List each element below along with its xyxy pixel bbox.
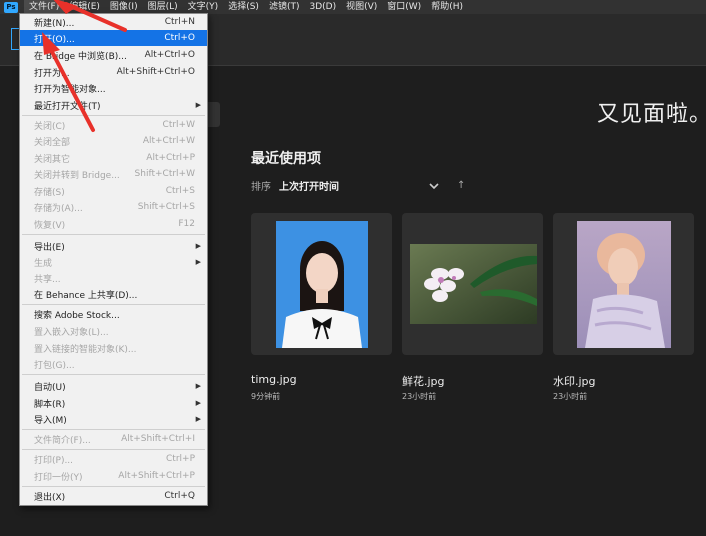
submenu-arrow-icon: ▶ <box>195 101 201 109</box>
menu-separator <box>22 374 205 375</box>
submenu-arrow-icon: ▶ <box>195 258 201 266</box>
menu-window[interactable]: 窗口(W) <box>382 0 426 14</box>
file-name[interactable]: 鲜花.jpg <box>402 373 445 389</box>
sort-dropdown[interactable]: 上次打开时间 <box>279 178 439 193</box>
menu-item-place-linked[interactable]: 置入链接的智能对象(K)... <box>20 340 207 356</box>
menu-item-import[interactable]: 导入(M) ▶ <box>20 411 207 427</box>
menu-item-scripts[interactable]: 脚本(R) ▶ <box>20 395 207 411</box>
submenu-arrow-icon: ▶ <box>195 382 201 390</box>
menu-image[interactable]: 图像(I) <box>105 0 143 14</box>
file-time: 23小时前 <box>553 392 588 401</box>
menu-item-generate[interactable]: 生成 ▶ <box>20 254 207 270</box>
menu-separator <box>22 304 205 305</box>
menu-select[interactable]: 选择(S) <box>223 0 264 14</box>
menu-item-new[interactable]: 新建(N)... Ctrl+N <box>20 14 207 30</box>
menu-item-recent[interactable]: 最近打开文件(T) ▶ <box>20 97 207 113</box>
menu-type[interactable]: 文字(Y) <box>183 0 224 14</box>
menu-item-export[interactable]: 导出(E) ▶ <box>20 238 207 254</box>
menu-item-open-as[interactable]: 打开为... Alt+Shift+Ctrl+O <box>20 64 207 80</box>
menu-help[interactable]: 帮助(H) <box>426 0 468 14</box>
submenu-arrow-icon: ▶ <box>195 415 201 423</box>
menu-separator <box>22 486 205 487</box>
menu-item-open-smart-object[interactable]: 打开为智能对象... <box>20 80 207 96</box>
file-thumbnail <box>276 221 368 348</box>
file-card-flower[interactable] <box>402 213 543 355</box>
menu-separator <box>22 115 205 116</box>
file-card-timg[interactable] <box>251 213 392 355</box>
submenu-arrow-icon: ▶ <box>195 242 201 250</box>
menu-separator <box>22 234 205 235</box>
menu-item-automate[interactable]: 自动(U) ▶ <box>20 378 207 394</box>
menu-filter[interactable]: 滤镜(T) <box>264 0 305 14</box>
menu-item-browse-bridge[interactable]: 在 Bridge 中浏览(B)... Alt+Ctrl+O <box>20 47 207 63</box>
menu-item-save[interactable]: 存储(S) Ctrl+S <box>20 183 207 199</box>
menu-file[interactable]: 文件(F) <box>24 0 65 14</box>
search-field[interactable] <box>206 102 220 127</box>
file-time: 23小时前 <box>402 392 437 401</box>
menu-item-print[interactable]: 打印(P)... Ctrl+P <box>20 451 207 467</box>
file-name[interactable]: 水印.jpg <box>553 373 596 389</box>
menu-item-close-to-bridge[interactable]: 关闭并转到 Bridge... Shift+Ctrl+W <box>20 166 207 182</box>
menu-3d[interactable]: 3D(D) <box>304 0 341 14</box>
menu-item-revert[interactable]: 恢复(V) F12 <box>20 216 207 232</box>
file-menu-dropdown: 新建(N)... Ctrl+N 打开(O)... Ctrl+O 在 Bridge 中… <box>19 13 208 506</box>
menu-view[interactable]: 视图(V) <box>341 0 382 14</box>
menu-item-file-info[interactable]: 文件简介(F)... Alt+Shift+Ctrl+I <box>20 431 207 447</box>
menu-item-save-as[interactable]: 存储为(A)... Shift+Ctrl+S <box>20 199 207 215</box>
file-thumbnail <box>577 221 671 348</box>
sort-bar: 排序 上次打开时间 ↑ <box>251 178 465 193</box>
file-card-watermark[interactable] <box>553 213 694 355</box>
menu-item-share[interactable]: 共享... <box>20 270 207 286</box>
menu-separator <box>22 449 205 450</box>
sort-value: 上次打开时间 <box>279 182 339 193</box>
submenu-arrow-icon: ▶ <box>195 399 201 407</box>
sort-label: 排序 <box>251 182 271 193</box>
menu-item-print-one-copy[interactable]: 打印一份(Y) Alt+Shift+Ctrl+P <box>20 468 207 484</box>
recent-section-title: 最近使用项 <box>251 151 321 167</box>
menu-edit[interactable]: 编辑(E) <box>64 0 105 14</box>
menu-layer[interactable]: 图层(L) <box>143 0 183 14</box>
file-thumbnail <box>410 244 537 324</box>
menu-item-package[interactable]: 打包(G)... <box>20 356 207 372</box>
menu-item-close-all[interactable]: 关闭全部 Alt+Ctrl+W <box>20 133 207 149</box>
menu-item-place-embedded[interactable]: 置入嵌入对象(L)... <box>20 323 207 339</box>
menu-item-open[interactable]: 打开(O)... Ctrl+O <box>20 30 207 46</box>
sort-direction-icon[interactable]: ↑ <box>457 180 465 191</box>
menu-separator <box>22 429 205 430</box>
file-time: 9分钟前 <box>251 392 281 401</box>
menu-item-exit[interactable]: 退出(X) Ctrl+Q <box>20 488 207 504</box>
photoshop-logo-icon: Ps <box>4 1 18 13</box>
menu-bar: Ps 文件(F) 编辑(E) 图像(I) 图层(L) 文字(Y) 选择(S) 滤… <box>0 0 706 14</box>
menu-item-close-others[interactable]: 关闭其它 Alt+Ctrl+P <box>20 150 207 166</box>
chevron-down-icon <box>429 182 439 189</box>
menu-item-share-behance[interactable]: 在 Behance 上共享(D)... <box>20 286 207 302</box>
file-name[interactable]: timg.jpg <box>251 373 297 386</box>
welcome-heading: 又见面啦。 <box>596 102 706 127</box>
menu-item-close[interactable]: 关闭(C) Ctrl+W <box>20 117 207 133</box>
menu-item-search-adobe-stock[interactable]: 搜索 Adobe Stock... <box>20 306 207 322</box>
